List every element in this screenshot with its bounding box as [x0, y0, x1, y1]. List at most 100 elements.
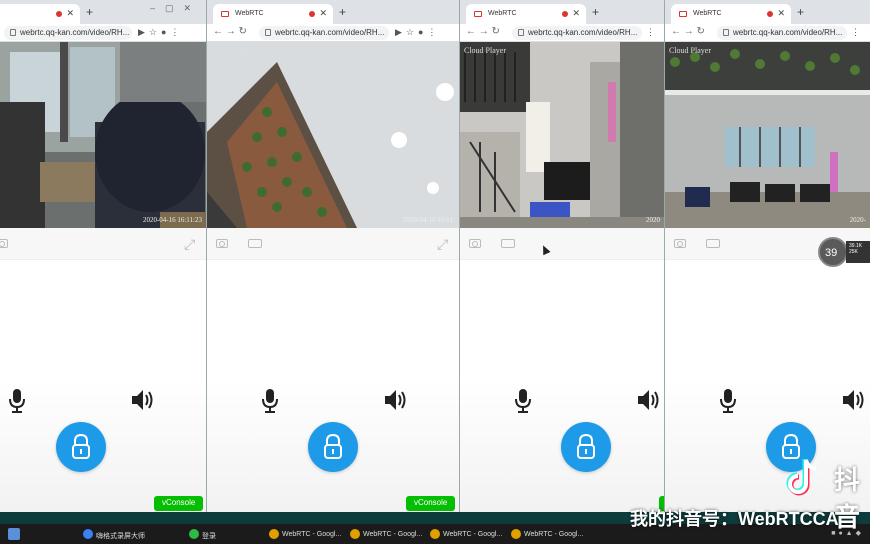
toolbar-icons[interactable]: ▶☆●⋮ [138, 27, 183, 38]
browser-tab[interactable]: WebRTC ✕ [466, 4, 586, 24]
video-timestamp: 2020 [646, 216, 660, 224]
nav-buttons[interactable]: ← → ↻ [213, 26, 247, 37]
taskbar-item[interactable]: WebRTC - Googl... [268, 527, 341, 541]
video-feed: Cloud Player 2020 [460, 42, 664, 228]
office-scene-1 [0, 42, 206, 228]
url-text: webrtc.qq-kan.com/video/RH... [528, 28, 638, 37]
video-controls: ⤢ [0, 228, 206, 260]
url-text: webrtc.qq-kan.com/video/RH... [20, 28, 130, 37]
recording-dot-icon [562, 11, 568, 17]
control-panel: vConsole [0, 380, 206, 512]
start-icon[interactable] [8, 528, 20, 540]
lock-icon [72, 434, 90, 459]
tab-bar: WebRTC ✕ + [665, 0, 870, 24]
vconsole-button[interactable]: vConsole [406, 496, 456, 511]
recording-dot-icon [767, 11, 773, 17]
recording-dot-icon [309, 11, 315, 17]
chrome-icon [269, 529, 279, 539]
browser-tab[interactable]: WebRTC ✕ [213, 4, 333, 24]
network-speed-widget[interactable]: 39 39.1K 25K [818, 237, 870, 267]
taskbar-item[interactable]: WebRTC - Googl... [510, 527, 583, 541]
speaker-icon[interactable] [130, 388, 156, 412]
browser-tab[interactable]: ✕ [0, 4, 80, 24]
taskbar-item[interactable]: 登录 [188, 527, 216, 541]
browser-toolbar: ← → ↻ webrtc.qq-kan.com/video/RH... ⋮ [460, 24, 664, 42]
lock-icon [577, 434, 595, 459]
browser-tab[interactable]: WebRTC ✕ [671, 4, 791, 24]
video-record-icon[interactable] [501, 239, 515, 248]
window-controls[interactable]: –▢✕ [150, 3, 201, 14]
taskbar-item-label: WebRTC - Googl... [363, 531, 423, 538]
taskbar-item[interactable]: 嗨格式录屏大师 [82, 527, 145, 541]
camera-icon[interactable] [0, 239, 8, 248]
tab-bar: ✕ + –▢✕ [0, 0, 206, 24]
address-bar[interactable]: webrtc.qq-kan.com/video/RH... [717, 26, 847, 40]
taskbar-item-label: 登录 [202, 533, 216, 540]
browser-window-1: ✕ + –▢✕ webrtc.qq-kan.com/video/RH... ▶☆… [0, 0, 207, 512]
webrtc-favicon-icon [221, 11, 229, 17]
nav-buttons[interactable]: ← → ↻ [671, 26, 705, 37]
nav-buttons[interactable]: ← → ↻ [466, 26, 500, 37]
toolbar-icons[interactable]: ⋮ [851, 27, 864, 38]
new-tab-icon[interactable]: + [592, 5, 599, 19]
desktop: ✕ + –▢✕ webrtc.qq-kan.com/video/RH... ▶☆… [0, 0, 870, 544]
address-bar[interactable]: webrtc.qq-kan.com/video/RH... [512, 26, 642, 40]
taskbar-item[interactable]: WebRTC - Googl... [429, 527, 502, 541]
wechat-icon [189, 529, 199, 539]
toolbar-icons[interactable]: ▶☆●⋮ [395, 27, 440, 38]
tab-bar: WebRTC ✕ + [207, 0, 459, 24]
browser-window-3: WebRTC ✕ + ← → ↻ webrtc.qq-kan.com/video… [460, 0, 665, 512]
fullscreen-icon[interactable]: ⤢ [437, 236, 448, 253]
speaker-icon[interactable] [841, 388, 867, 412]
address-bar[interactable]: webrtc.qq-kan.com/video/RH... [259, 26, 389, 40]
new-tab-icon[interactable]: + [86, 5, 93, 19]
browser-window-2: WebRTC ✕ + ← → ↻ webrtc.qq-kan.com/video… [207, 0, 460, 512]
video-controls [460, 228, 664, 260]
microphone-icon[interactable] [8, 388, 26, 414]
camera-icon[interactable] [674, 239, 686, 248]
video-record-icon[interactable] [706, 239, 720, 248]
control-panel: vConsole [207, 380, 459, 512]
address-bar[interactable]: webrtc.qq-kan.com/video/RH... [4, 26, 132, 40]
lock-icon [518, 29, 524, 36]
vconsole-button[interactable]: vConsole [154, 496, 204, 511]
webrtc-favicon-icon [679, 11, 687, 17]
tab-title: WebRTC [235, 10, 264, 17]
browser-toolbar: webrtc.qq-kan.com/video/RH... ▶☆●⋮ [0, 24, 206, 42]
toolbar-icons[interactable]: ⋮ [646, 27, 659, 38]
tab-bar: WebRTC ✕ + [460, 0, 664, 24]
microphone-icon[interactable] [719, 388, 737, 414]
unlock-button[interactable] [561, 422, 611, 472]
video-label: Cloud Player [211, 46, 253, 55]
camera-icon[interactable] [469, 239, 481, 248]
fullscreen-icon[interactable]: ⤢ [184, 236, 195, 253]
tab-title: WebRTC [693, 10, 722, 17]
video-label: Cloud Player [669, 46, 711, 55]
url-text: webrtc.qq-kan.com/video/RH... [275, 28, 385, 37]
close-tab-icon[interactable]: ✕ [66, 8, 74, 19]
video-feed: Cloud Player 2020-04-16 16:11: [207, 42, 459, 228]
video-record-icon[interactable] [248, 239, 262, 248]
taskbar-item[interactable]: WebRTC - Googl... [349, 527, 422, 541]
speed-value: 39 [818, 237, 848, 267]
lock-icon [265, 29, 271, 36]
open-office-scene [665, 42, 870, 228]
speaker-icon[interactable] [636, 388, 662, 412]
video-timestamp: 2020-04-16 16:11:23 [142, 216, 202, 224]
tiktok-logo-icon [786, 459, 817, 496]
speaker-icon[interactable] [383, 388, 409, 412]
microphone-icon[interactable] [514, 388, 532, 414]
tab-title: WebRTC [488, 10, 517, 17]
unlock-button[interactable] [308, 422, 358, 472]
chrome-icon [430, 529, 440, 539]
video-label: Cloud Player [464, 46, 506, 55]
close-tab-icon[interactable]: ✕ [572, 8, 580, 19]
microphone-icon[interactable] [261, 388, 279, 414]
new-tab-icon[interactable]: + [339, 5, 346, 19]
unlock-button[interactable] [56, 422, 106, 472]
close-tab-icon[interactable]: ✕ [319, 8, 327, 19]
close-tab-icon[interactable]: ✕ [777, 8, 785, 19]
url-text: webrtc.qq-kan.com/video/RH... [733, 28, 843, 37]
camera-icon[interactable] [216, 239, 228, 248]
new-tab-icon[interactable]: + [797, 5, 804, 19]
